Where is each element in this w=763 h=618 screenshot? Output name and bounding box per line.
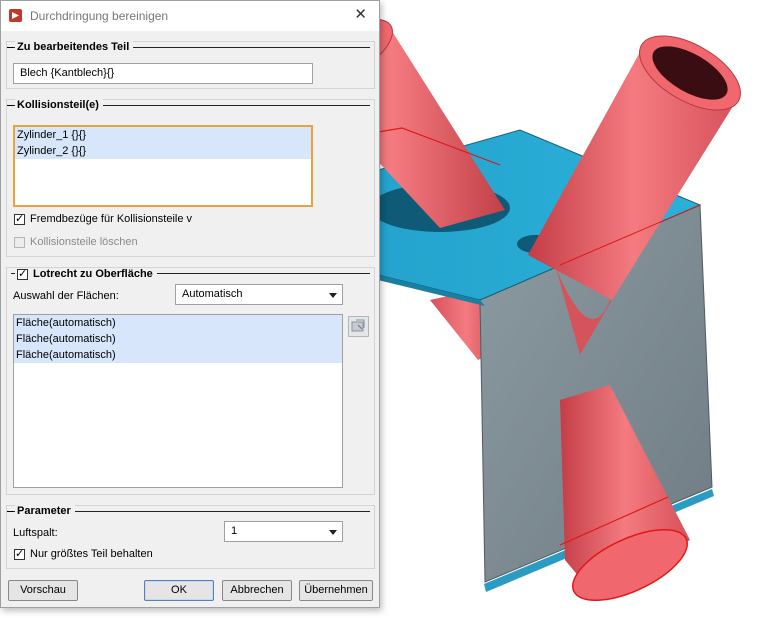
surface-group: Lotrecht zu Oberfläche Auswahl der Fläch… [6,267,375,495]
part-field[interactable]: Blech {Kantblech}{} [13,63,313,84]
gap-select[interactable]: 1 [224,521,343,542]
collision-list[interactable]: Zylinder_1 {}{} Zylinder_2 {}{} [13,125,313,207]
cancel-button[interactable]: Abbrechen [222,580,292,601]
keep-largest-label: Nur größtes Teil behalten [30,548,153,560]
window-title: Durchdringung bereinigen [30,9,169,23]
part-group-legend: Zu bearbeitendes Teil [6,41,134,53]
surface-select-label: Auswahl der Flächen: [13,290,119,302]
collision-group: Kollisionsteil(e) Zylinder_1 {}{} Zylind… [6,99,375,257]
gap-select-value: 1 [231,525,238,537]
app-icon [9,9,22,22]
cleanup-intersection-dialog: Durchdringung bereinigen ✕ Zu bearbeiten… [0,0,380,608]
chevron-down-icon [329,293,337,298]
checkbox-box[interactable] [17,267,28,280]
ok-button[interactable]: OK [144,580,214,601]
list-item[interactable]: Fläche(automatisch) [14,347,342,363]
close-icon[interactable]: ✕ [354,7,367,22]
title-bar[interactable]: Durchdringung bereinigen ✕ [1,1,379,31]
part-group: Zu bearbeitendes Teil Blech {Kantblech}{… [6,41,375,89]
surface-group-legend: Lotrecht zu Oberfläche [33,268,153,280]
fremd-checkbox[interactable]: Fremdbezüge für Kollisionsteile v [14,212,193,225]
surface-list[interactable]: Fläche(automatisch) Fläche(automatisch) … [13,314,343,488]
keep-largest-checkbox[interactable]: Nur größtes Teil behalten [14,547,153,560]
chevron-down-icon [329,530,337,535]
preview-button[interactable]: Vorschau [8,580,78,601]
gap-label: Luftspalt: [13,527,58,539]
checkbox-box[interactable] [14,212,25,225]
delete-collision-checkbox[interactable]: Kollisionsteile löschen [14,236,138,248]
surface-select-value: Automatisch [182,288,243,300]
parameter-group-legend: Parameter [7,505,75,517]
list-item[interactable]: Zylinder_1 {}{} [15,127,311,143]
apply-button[interactable]: Übernehmen [299,580,373,601]
fremd-checkbox-label: Fremdbezüge für Kollisionsteile v [30,213,193,225]
checkbox-box[interactable] [14,547,25,560]
pick-surface-button[interactable] [348,316,369,337]
list-item[interactable]: Fläche(automatisch) [14,331,342,347]
surface-group-checkbox[interactable]: Lotrecht zu Oberfläche [15,267,157,280]
delete-collision-label: Kollisionsteile löschen [30,236,138,248]
list-item[interactable]: Zylinder_2 {}{} [15,143,311,159]
parameter-group: Parameter Luftspalt: 1 Nur größtes Teil … [6,505,375,569]
pick-surface-icon [351,319,365,332]
collision-group-legend: Kollisionsteil(e) [7,99,103,111]
list-item[interactable]: Fläche(automatisch) [14,315,342,331]
surface-select[interactable]: Automatisch [175,284,343,305]
checkbox-box[interactable] [14,236,25,248]
